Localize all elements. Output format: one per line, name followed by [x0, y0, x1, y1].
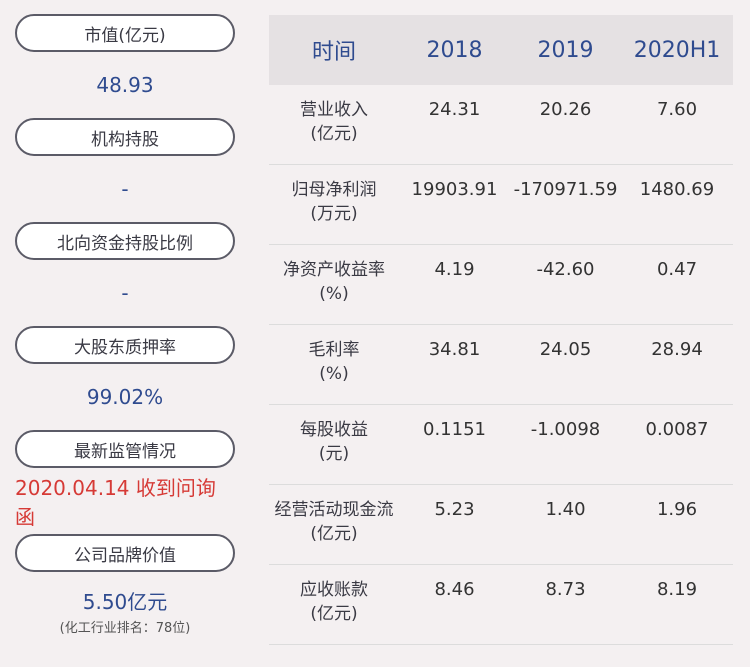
row-label: 经营活动现金流	[274, 500, 394, 520]
row-unit: (亿元)	[310, 604, 358, 624]
table-row: 毛利率 (%) 34.81 24.05 28.94	[269, 325, 733, 405]
row-unit: (万元)	[310, 204, 358, 224]
cell-2020h1: 0.0087	[645, 419, 709, 440]
row-label: 营业收入	[300, 100, 368, 120]
cell-2019: 8.73	[545, 579, 586, 600]
cell-2019: 24.05	[539, 339, 592, 360]
header-2019: 2019	[537, 37, 594, 63]
market-cap-value: 48.93	[96, 73, 154, 97]
cell-2018: 19903.91	[411, 179, 498, 200]
header-2018: 2018	[426, 37, 483, 63]
row-unit: (%)	[319, 284, 349, 304]
table-row: 经营活动现金流 (亿元) 5.23 1.40 1.96	[269, 485, 733, 565]
row-label: 应收账款	[300, 580, 368, 600]
cell-2018: 5.23	[434, 499, 475, 520]
header-time: 时间	[311, 40, 356, 65]
cell-2019: -42.60	[536, 259, 595, 280]
header-2020h1: 2020H1	[633, 37, 721, 63]
row-unit: (亿元)	[310, 124, 358, 144]
cell-2019: 1.40	[545, 499, 586, 520]
table-header: 时间 2018 2019 2020H1	[269, 15, 733, 85]
cell-2020h1: 1.96	[656, 499, 698, 520]
row-label: 归母净利润	[291, 180, 377, 200]
table-row: 每股收益 (元) 0.1151 -1.0098 0.0087	[269, 405, 733, 485]
northbound-holding-value: -	[121, 281, 129, 305]
row-label: 毛利率	[308, 340, 360, 360]
cell-2018: 4.19	[434, 259, 475, 280]
brand-value-amount: 5.50亿元	[82, 590, 168, 614]
row-label: 每股收益	[300, 420, 368, 440]
cell-2020h1: 7.60	[656, 99, 698, 120]
row-unit: (元)	[318, 444, 350, 464]
financial-table: 时间 2018 2019 2020H1 营业收入 (亿元) 24.31 20.26…	[269, 15, 733, 645]
row-unit: (亿元)	[310, 524, 358, 544]
row-unit: (%)	[319, 364, 349, 384]
brand-value-rank: (化工行业排名：78位)	[59, 621, 191, 636]
market-cap-label: 市值(亿元)	[15, 14, 235, 52]
cell-2019: -170971.59	[513, 179, 618, 200]
cell-2018: 34.81	[428, 339, 481, 360]
institutional-holding-label: 机构持股	[15, 118, 235, 156]
regulatory-status-value: 2020.04.14 收到问询函	[15, 476, 216, 529]
cell-2020h1: 0.47	[656, 259, 698, 280]
cell-2019: 20.26	[539, 99, 592, 120]
regulatory-status-label: 最新监管情况	[15, 430, 235, 468]
table-row: 应收账款 (亿元) 8.46 8.73 8.19	[269, 565, 733, 645]
cell-2019: -1.0098	[530, 419, 601, 440]
cell-2020h1: 1480.69	[639, 179, 715, 200]
cell-2018: 8.46	[434, 579, 475, 600]
table-row: 净资产收益率 (%) 4.19 -42.60 0.47	[269, 245, 733, 325]
pledge-ratio-label: 大股东质押率	[15, 326, 235, 364]
table-row: 营业收入 (亿元) 24.31 20.26 7.60	[269, 85, 733, 165]
cell-2020h1: 8.19	[656, 579, 698, 600]
cell-2018: 0.1151	[423, 419, 486, 440]
stats-panel: 市值(亿元) 48.93 机构持股 - 北向资金持股比例 - 大股东质押率 99…	[15, 14, 235, 644]
cell-2018: 24.31	[428, 99, 481, 120]
institutional-holding-value: -	[121, 177, 129, 201]
brand-value-label: 公司品牌价值	[15, 534, 235, 572]
brand-value: 5.50亿元 (化工行业排名：78位)	[15, 572, 235, 644]
northbound-holding-label: 北向资金持股比例	[15, 222, 235, 260]
pledge-ratio-value: 99.02%	[86, 385, 164, 409]
row-label: 净资产收益率	[283, 260, 385, 280]
cell-2020h1: 28.94	[651, 339, 703, 360]
table-row: 归母净利润 (万元) 19903.91 -170971.59 1480.69	[269, 165, 733, 245]
